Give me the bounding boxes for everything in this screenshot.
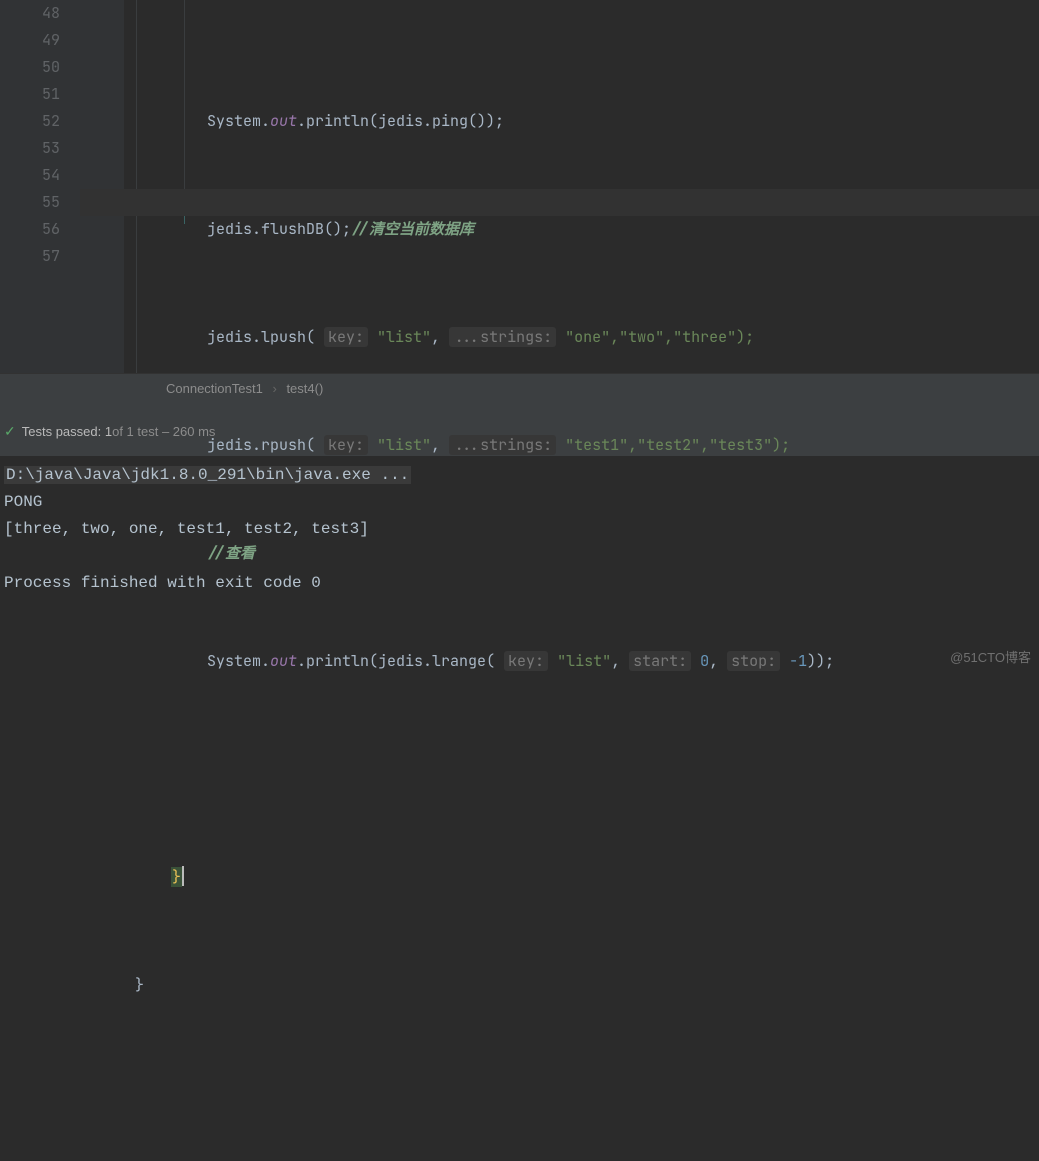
line-number: 54 — [0, 162, 60, 189]
current-line-highlight — [80, 189, 1039, 216]
check-icon: ✓ — [4, 423, 16, 440]
line-number: 55 — [0, 189, 60, 216]
code-area[interactable]: System.out.println(jedis.ping()); jedis.… — [80, 0, 1039, 373]
line-number: 49 — [0, 27, 60, 54]
code-line[interactable]: jedis.flushDB();//清空当前数据库 — [135, 216, 1039, 243]
line-number: 56 — [0, 216, 60, 243]
tests-passed-count: 1 — [105, 424, 112, 439]
code-line[interactable]: jedis.lpush( key: "list", ...strings: "o… — [135, 324, 1039, 351]
tests-passed-label: Tests passed: — [22, 424, 102, 439]
text-caret — [182, 866, 184, 886]
code-line[interactable]: System.out.println(jedis.ping()); — [135, 108, 1039, 135]
code-line[interactable]: jedis.rpush( key: "list", ...strings: "t… — [135, 432, 1039, 459]
line-number-gutter: 48 49 50 51 52 53 54 55 56 57 — [0, 0, 80, 373]
code-editor[interactable]: 48 49 50 51 52 53 54 55 56 57 System.out… — [0, 0, 1039, 373]
line-number: 57 — [0, 243, 60, 270]
line-number: 53 — [0, 135, 60, 162]
code-line[interactable]: //查看 — [135, 540, 1039, 567]
line-number: 48 — [0, 0, 60, 27]
watermark: @51CTO博客 — [950, 647, 1031, 666]
line-number: 50 — [0, 54, 60, 81]
code-line[interactable]: } — [135, 972, 1039, 999]
closing-brace: } — [135, 975, 144, 995]
console-line: PONG — [4, 493, 42, 511]
line-number: 51 — [0, 81, 60, 108]
closing-brace: } — [171, 867, 182, 887]
code-line[interactable] — [135, 1080, 1039, 1107]
code-line[interactable] — [135, 756, 1039, 783]
code-line[interactable]: } — [135, 864, 1039, 891]
code-line[interactable]: System.out.println(jedis.lrange( key: "l… — [135, 648, 1039, 675]
line-number: 52 — [0, 108, 60, 135]
